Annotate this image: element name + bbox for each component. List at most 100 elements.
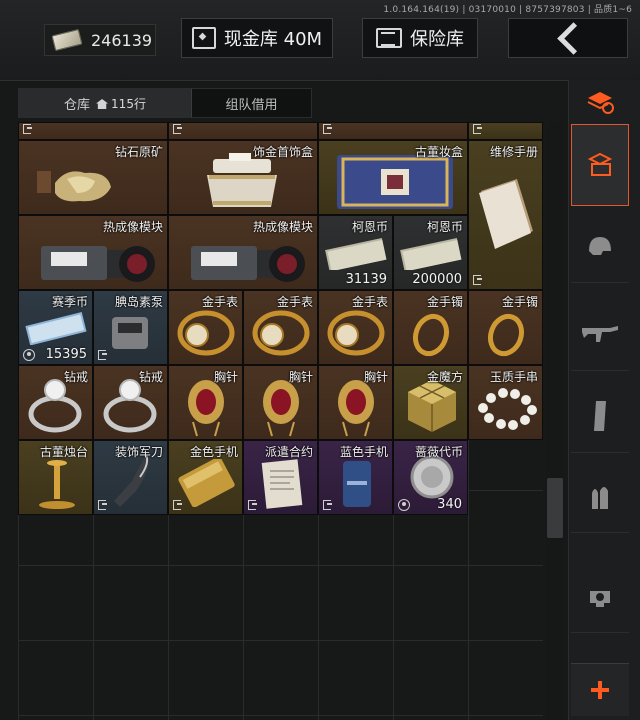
version-info: 1.0.164.164(19) | 03170010 | 8757397803 …: [383, 5, 632, 15]
safe-button[interactable]: 保险库: [362, 18, 478, 58]
item-blue-phone[interactable]: 蓝色手机: [318, 440, 393, 515]
magazine-icon: [594, 401, 606, 431]
category-attachment[interactable]: [571, 560, 629, 633]
grid-scrollbar-thumb[interactable]: [547, 478, 563, 538]
ore-icon: [37, 171, 111, 202]
cash-vault-label: 现金库 40M: [223, 29, 323, 50]
item-name: 古董妆盒: [414, 145, 463, 159]
item-name: 金魔方: [426, 370, 463, 384]
item-gold-watch[interactable]: 金手表: [168, 290, 243, 365]
category-ammo[interactable]: [571, 460, 629, 533]
item-antique-box[interactable]: 古董妆盒: [318, 140, 468, 215]
item-gold-cube[interactable]: 金魔方: [393, 365, 468, 440]
category-magazine[interactable]: [571, 380, 629, 453]
item-name: 钻戒: [63, 370, 88, 384]
inventory-item-partial[interactable]: [318, 122, 468, 140]
extract-icon: [23, 124, 32, 134]
item-name: 胸针: [363, 370, 388, 384]
bracelet-icon: [487, 313, 525, 357]
category-currency[interactable]: [571, 80, 629, 125]
item-dispatch-contract[interactable]: 派遣合约: [243, 440, 318, 515]
chevron-left-icon: [556, 21, 590, 55]
cash-vault-button[interactable]: 现金库 40M: [181, 18, 333, 58]
item-name: 热成像模块: [102, 220, 163, 234]
item-quantity: 31139: [345, 272, 387, 287]
add-category-button[interactable]: [571, 663, 629, 716]
item-koen-coin[interactable]: 柯恩币 200000: [393, 215, 468, 290]
item-gold-bracelet[interactable]: 金手镯: [393, 290, 468, 365]
item-insulin-pump[interactable]: 腆岛素泵: [93, 290, 168, 365]
top-bar: 1.0.164.164(19) | 03170010 | 8757397803 …: [0, 0, 640, 81]
item-name: 金手表: [351, 295, 388, 309]
item-gold-watch[interactable]: 金手表: [243, 290, 318, 365]
rifle-icon: [582, 326, 618, 342]
inventory-item-partial[interactable]: [468, 122, 543, 140]
category-helmet[interactable]: [571, 210, 629, 283]
banknote-stack-icon: [325, 238, 387, 270]
tab-team-loan[interactable]: 组队借用: [192, 89, 311, 117]
thermal-module-icon: [191, 246, 305, 282]
item-name: 玉质手串: [489, 370, 538, 384]
item-diamond-ring[interactable]: 钻戒: [93, 365, 168, 440]
item-name: 腆岛素泵: [114, 295, 163, 309]
extract-icon: [98, 500, 107, 510]
season-coin-icon: [23, 349, 35, 361]
item-koen-coin[interactable]: 柯恩币 31139: [318, 215, 393, 290]
saber-icon: [114, 454, 149, 507]
extract-icon: [473, 275, 482, 285]
item-rose-token[interactable]: 蔷薇代币 340: [393, 440, 468, 515]
category-storage[interactable]: [571, 124, 629, 206]
item-decorative-saber[interactable]: 装饰军刀: [93, 440, 168, 515]
item-gold-phone[interactable]: 金色手机: [168, 440, 243, 515]
item-antique-candlestick[interactable]: 古董烛台: [18, 440, 93, 515]
item-name: 金色手机: [189, 445, 238, 459]
item-name: 柯恩币: [351, 220, 388, 234]
item-diamond-ring[interactable]: 钻戒: [18, 365, 93, 440]
item-gold-watch[interactable]: 金手表: [318, 290, 393, 365]
item-season-coin[interactable]: 赛季币 15395: [18, 290, 93, 365]
item-quantity: 200000: [412, 272, 462, 287]
back-button[interactable]: [508, 18, 628, 58]
jewelry-box-icon: [207, 153, 277, 207]
grid-scrollbar[interactable]: [546, 122, 564, 720]
item-brooch[interactable]: 胸针: [318, 365, 393, 440]
item-gold-bracelet[interactable]: 金手镯: [468, 290, 543, 365]
season-coin-stack-icon: [25, 312, 87, 345]
pump-icon: [112, 317, 148, 349]
storage-tabs: 仓库 115行 组队借用: [18, 88, 312, 118]
bead-bracelet-icon: [478, 388, 537, 430]
item-brooch[interactable]: 胸针: [168, 365, 243, 440]
watch-icon: [327, 310, 385, 356]
item-repair-manual[interactable]: 维修手册: [468, 140, 543, 290]
helmet-icon: [589, 237, 611, 255]
cash-balance-chip: 246139: [44, 24, 156, 56]
watch-icon: [177, 310, 235, 356]
ammo-icon: [592, 487, 608, 509]
tab-warehouse[interactable]: 仓库 115行: [19, 89, 192, 117]
item-name: 赛季币: [51, 295, 88, 309]
item-name: 热成像模块: [252, 220, 313, 234]
item-quantity: 340: [437, 497, 462, 512]
category-rifle[interactable]: [571, 298, 629, 371]
inventory-item-partial[interactable]: [18, 122, 168, 140]
item-thermal-module[interactable]: 热成像模块: [18, 215, 168, 290]
cash-balance: 246139: [91, 30, 153, 50]
token-coin-icon: [398, 499, 410, 511]
item-quantity: 15395: [45, 347, 87, 362]
item-diamond-ore[interactable]: 钻石原矿: [18, 140, 168, 215]
item-name: 蓝色手机: [339, 445, 388, 459]
item-brooch[interactable]: 胸针: [243, 365, 318, 440]
extract-icon: [98, 350, 107, 360]
item-jade-bracelet[interactable]: 玉质手串: [468, 365, 543, 440]
item-name: 胸针: [288, 370, 313, 384]
watch-icon: [252, 310, 310, 356]
item-name: 古董烛台: [39, 445, 88, 459]
storage-box-icon: [587, 152, 613, 176]
thermal-module-icon: [41, 246, 155, 282]
inventory-item-partial[interactable]: [168, 122, 318, 140]
item-thermal-module[interactable]: 热成像模块: [168, 215, 318, 290]
item-jewelry-box[interactable]: 饰金首饰盒: [168, 140, 318, 215]
warehouse-row-count: 115行: [111, 96, 146, 111]
inventory-grid: 钻石原矿 饰金首饰盒 古董妆盒 维修手册 热成像模块 热成像模块 柯恩币 311…: [18, 122, 543, 720]
tab-warehouse-label: 仓库: [64, 97, 91, 113]
